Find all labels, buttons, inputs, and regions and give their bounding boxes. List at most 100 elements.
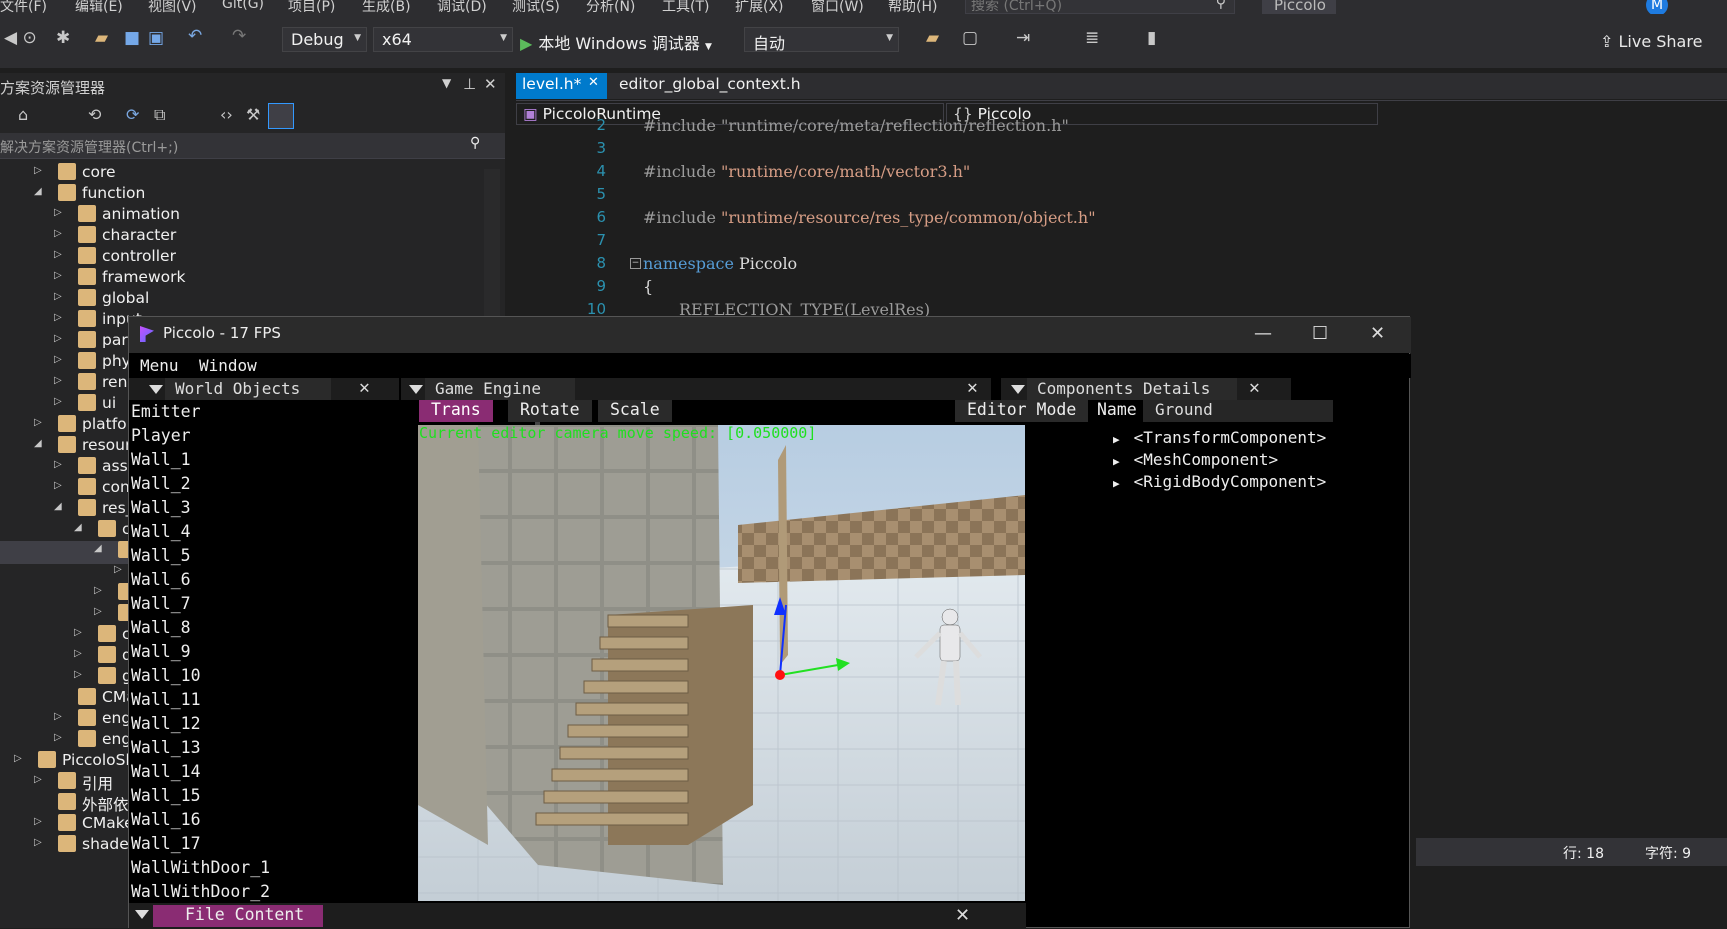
expand-arrow-icon[interactable]: ◢ — [54, 501, 62, 512]
world-object-item[interactable]: Wall_16 — [131, 808, 401, 832]
name-field[interactable]: Ground — [1143, 400, 1333, 422]
close-icon[interactable]: ✕ — [1370, 323, 1385, 344]
window-icon[interactable]: ▢ — [962, 28, 978, 48]
wrench-icon[interactable]: ⚒ — [246, 105, 260, 124]
expand-arrow-icon[interactable]: ▷ — [34, 774, 42, 785]
world-object-item[interactable]: Player — [131, 424, 401, 448]
expand-arrow-icon[interactable]: ◢ — [94, 543, 102, 554]
expand-arrow-icon[interactable]: ▷ — [54, 270, 62, 281]
preview-toggle-icon[interactable] — [268, 103, 294, 129]
indent-icon[interactable]: ⇥ — [1016, 28, 1030, 48]
expand-arrow-icon[interactable]: ▷ — [94, 585, 102, 596]
new-project-icon[interactable]: ✱ — [56, 28, 70, 48]
world-object-item[interactable]: Wall_13 — [131, 736, 401, 760]
expand-arrow-icon[interactable]: ▷ — [74, 669, 82, 680]
menu-tools[interactable]: 工具(T) — [662, 0, 709, 14]
menu-help[interactable]: 帮助(H) — [888, 0, 937, 14]
expand-arrow-icon[interactable]: ▷ — [74, 648, 82, 659]
expand-arrow-icon[interactable]: ▷ — [34, 837, 42, 848]
live-share-button[interactable]: ⇪ Live Share — [1600, 32, 1702, 51]
game-viewport[interactable] — [418, 425, 1025, 901]
expand-arrow-icon[interactable]: ▷ — [34, 417, 42, 428]
menu-view[interactable]: 视图(V) — [148, 0, 197, 14]
world-object-item[interactable]: Wall_11 — [131, 688, 401, 712]
pin-icon[interactable]: ⊥ — [463, 75, 476, 93]
expand-arrow-icon[interactable]: ▷ — [74, 627, 82, 638]
close-icon[interactable]: ✕ — [967, 377, 978, 398]
menu-edit[interactable]: 编辑(E) — [75, 0, 123, 14]
component-transform[interactable]: ▶ <TransformComponent> — [1113, 428, 1326, 447]
code-icon[interactable]: ‹› — [220, 105, 233, 124]
expand-arrow-icon[interactable]: ◢ — [74, 522, 82, 533]
expand-arrow-icon[interactable]: ▷ — [34, 816, 42, 827]
expand-arrow-icon[interactable]: ◢ — [34, 186, 42, 197]
world-object-item[interactable]: Wall_12 — [131, 712, 401, 736]
trans-button[interactable]: Trans — [419, 400, 493, 422]
world-object-item[interactable]: Wall_2 — [131, 472, 401, 496]
chevron-down-icon[interactable]: ▼ — [442, 76, 451, 90]
close-icon[interactable]: ✕ — [1249, 377, 1260, 398]
avatar[interactable]: M — [1646, 0, 1668, 14]
world-object-item[interactable]: Emitter — [131, 400, 401, 424]
world-object-item[interactable]: Wall_8 — [131, 616, 401, 640]
component-mesh[interactable]: ▶ <MeshComponent> — [1113, 450, 1278, 469]
config-select[interactable]: Debug ▼ — [282, 27, 367, 52]
world-object-item[interactable]: Wall_4 — [131, 520, 401, 544]
close-icon[interactable]: ✕ — [359, 377, 370, 398]
world-object-item[interactable]: WallWithDoor_2 — [131, 880, 401, 904]
expand-arrow-icon[interactable]: ▷ — [54, 711, 62, 722]
back-icon[interactable]: ◀ ⊙ — [4, 28, 37, 48]
close-icon[interactable]: ✕ — [484, 75, 497, 93]
save-all-icon[interactable]: ▣ — [148, 28, 164, 48]
expand-arrow-icon[interactable]: ▷ — [54, 732, 62, 743]
menu-build[interactable]: 生成(B) — [362, 0, 411, 14]
home-icon[interactable]: ⌂ — [18, 105, 28, 124]
refresh-icon[interactable]: ⟳ — [126, 105, 139, 124]
platform-select[interactable]: x64 ▼ — [373, 27, 513, 52]
menu-test[interactable]: 测试(S) — [512, 0, 560, 14]
menu-project[interactable]: 项目(P) — [288, 0, 335, 14]
comment-icon[interactable]: ≣ — [1085, 28, 1099, 48]
world-object-item[interactable]: Wall_7 — [131, 592, 401, 616]
scale-button[interactable]: Scale — [598, 400, 672, 422]
menu-window[interactable]: Window — [199, 356, 257, 375]
expand-arrow-icon[interactable]: ▷ — [54, 354, 62, 365]
collapse-triangle-icon[interactable] — [149, 385, 163, 394]
world-object-item[interactable]: Wall_3 — [131, 496, 401, 520]
bookmark-icon[interactable]: ▮ — [1147, 28, 1156, 48]
expand-arrow-icon[interactable]: ▷ — [14, 753, 22, 764]
expand-arrow-icon[interactable]: ▷ — [54, 396, 62, 407]
menu-debug[interactable]: 调试(D) — [437, 0, 487, 14]
expand-arrow-icon[interactable]: ▷ — [94, 606, 102, 617]
world-object-item[interactable]: Wall_6 — [131, 568, 401, 592]
solution-search-input[interactable]: 解决方案资源管理器(Ctrl+;) ⚲ — [0, 133, 505, 159]
world-object-item[interactable]: Wall_15 — [131, 784, 401, 808]
expand-arrow-icon[interactable]: ◢ — [34, 438, 42, 449]
history-icon[interactable]: ⟲ — [88, 105, 101, 124]
collapse-region-icon[interactable]: − — [630, 258, 641, 269]
menu-menu[interactable]: Menu — [140, 356, 179, 375]
vs-search-input[interactable]: 搜索 (Ctrl+Q) ⚲ — [965, 0, 1235, 14]
expand-arrow-icon[interactable]: ▷ — [54, 291, 62, 302]
collapse-icon[interactable]: ⧉ — [154, 105, 165, 125]
expand-arrow-icon[interactable]: ▷ — [54, 333, 62, 344]
collapse-triangle-icon[interactable] — [135, 910, 149, 919]
open-folder-icon[interactable]: ▰ — [95, 28, 108, 48]
run-mode-select[interactable]: 自动 ▼ — [744, 27, 899, 53]
rotate-button[interactable]: Rotate — [508, 400, 592, 422]
world-object-item[interactable]: Wall_17 — [131, 832, 401, 856]
expand-arrow-icon[interactable]: ▷ — [54, 312, 62, 323]
expand-arrow-icon[interactable]: ▷ — [54, 375, 62, 386]
code-editor[interactable]: 2 #include "runtime/core/meta/reflection… — [516, 116, 1727, 319]
menu-file[interactable]: 文件(F) — [0, 0, 47, 14]
collapse-triangle-icon[interactable] — [409, 385, 423, 394]
tab-level-h[interactable]: level.h* ✕ — [516, 73, 607, 99]
expand-arrow-icon[interactable]: ▷ — [54, 480, 62, 491]
menu-extensions[interactable]: 扩展(X) — [735, 0, 784, 14]
world-object-item[interactable]: WallWithDoor_1 — [131, 856, 401, 880]
expand-arrow-icon[interactable]: ▷ — [54, 249, 62, 260]
expand-arrow-icon[interactable]: ▷ — [54, 459, 62, 470]
world-object-item[interactable]: Wall_5 — [131, 544, 401, 568]
world-object-item[interactable]: Wall_9 — [131, 640, 401, 664]
menu-git[interactable]: Git(G) — [222, 0, 264, 12]
